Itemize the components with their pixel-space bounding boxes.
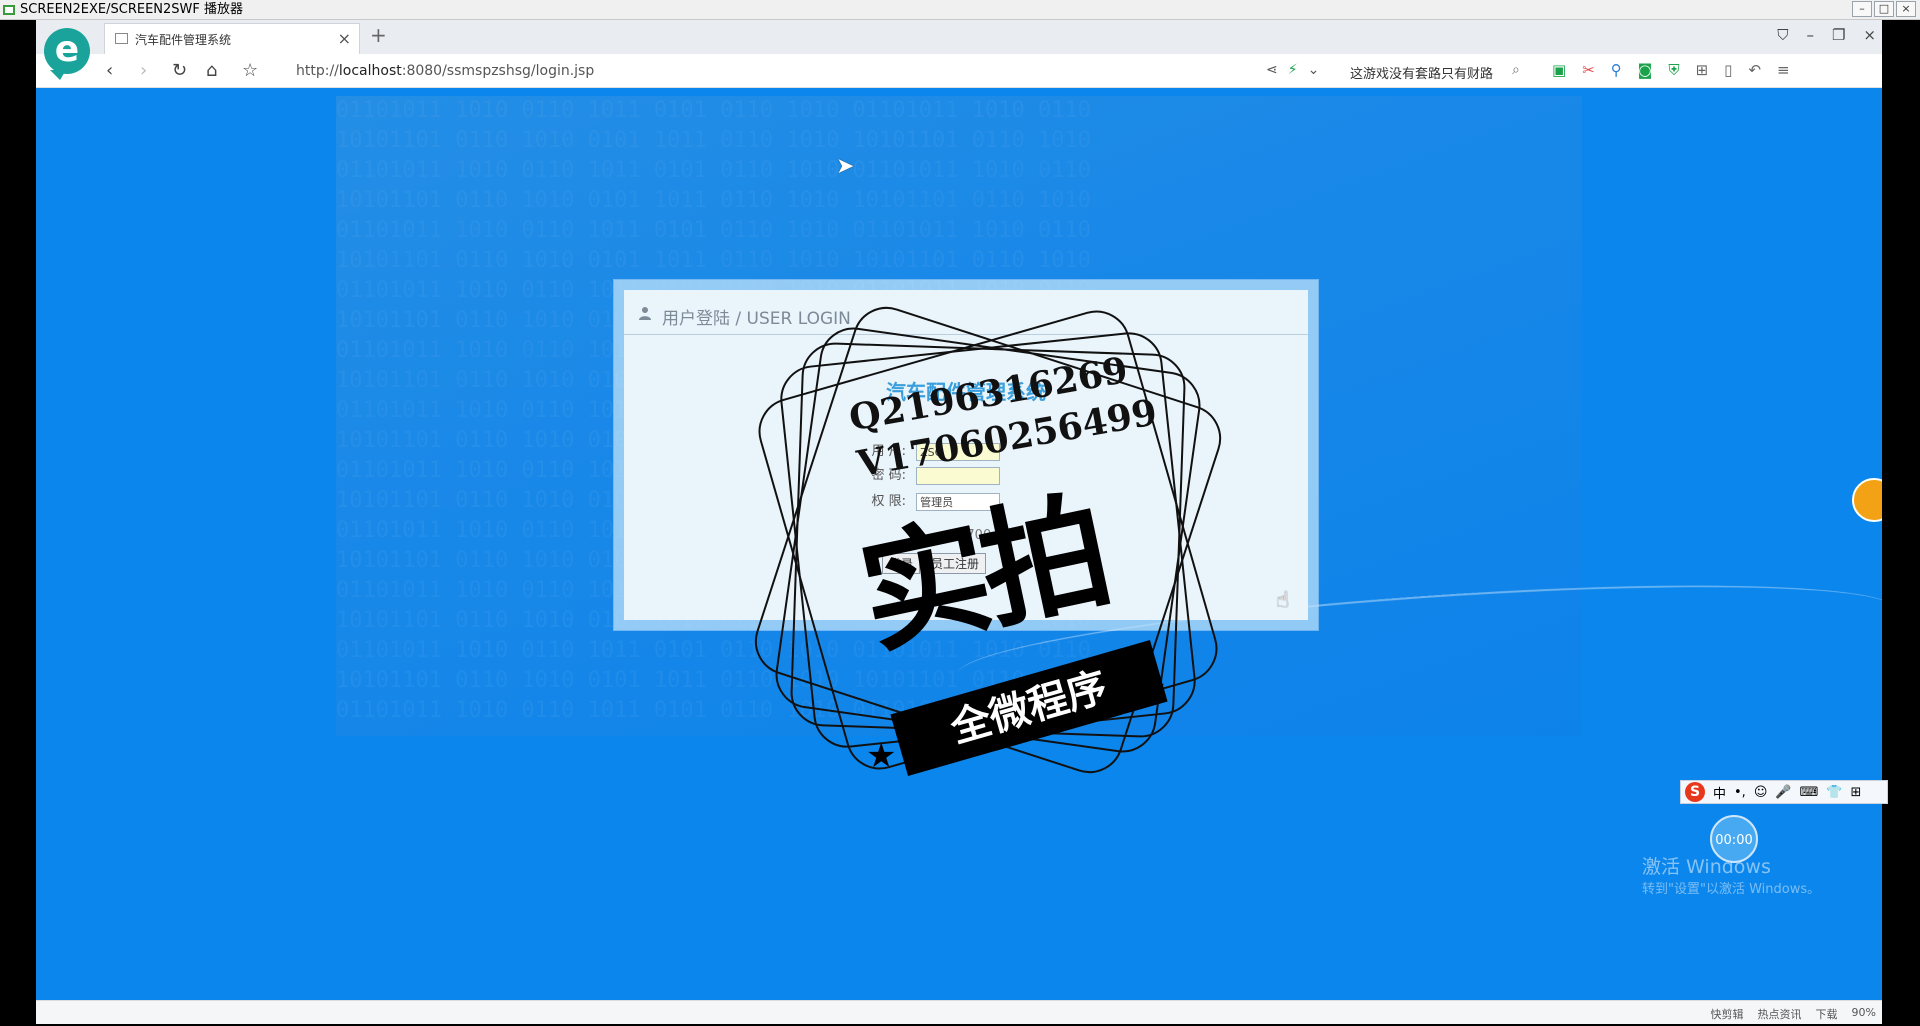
tab-auto-parts[interactable]: 汽车配件管理系统 × [104, 23, 360, 54]
floating-orange-widget[interactable] [1852, 478, 1882, 522]
share-icon[interactable]: ⋖ [1266, 62, 1278, 78]
tab-label: 汽车配件管理系统 [135, 33, 232, 47]
watermark-stamp: Q2196316269 V17060256499 实拍 全微程序 ★ ★ [716, 298, 1276, 808]
window-close-button[interactable]: × [1863, 26, 1876, 44]
window-minimize-button[interactable]: – [1806, 26, 1814, 44]
player-app-icon [3, 5, 15, 15]
shield-icon[interactable]: ⛨ [1668, 61, 1679, 79]
lightning-icon[interactable]: ⚡ [1288, 62, 1298, 78]
forward-arrow-icon[interactable]: › [140, 60, 147, 81]
grid-icon[interactable]: ⊞ [1851, 785, 1862, 800]
favorite-star-icon[interactable]: ☆ [242, 60, 258, 81]
status-item-hot-news[interactable]: 热点资讯 [1758, 1006, 1802, 1022]
player-close-button[interactable]: × [1896, 1, 1916, 17]
player-minimize-button[interactable]: – [1852, 1, 1872, 17]
address-bar: ‹ › ↻ ⌂ ☆ http://localhost:8080/ssmspzsh… [36, 54, 1882, 88]
menu-icon[interactable]: ≡ [1777, 61, 1790, 79]
player-title-bar: SCREEN2EXE/SCREEN2SWF 播放器 – □ × [0, 0, 1920, 20]
right-letterbox [1882, 20, 1920, 1026]
left-letterbox [0, 20, 36, 1026]
back-arrow-icon[interactable]: ‹ [106, 60, 113, 81]
recording-timer[interactable]: 00:00 [1710, 815, 1758, 863]
image-icon [115, 33, 128, 44]
emoji-icon[interactable]: ☺ [1754, 785, 1768, 800]
ime-toolbar: S 中 •, ☺ 🎤 ⌨ 👕 ⊞ [1680, 780, 1888, 804]
windows-activation-title: 激活 Windows [1642, 856, 1771, 878]
status-bar: 快剪辑 热点资讯 下载 90% [36, 1000, 1882, 1024]
tablet-icon[interactable]: ▯ [1724, 61, 1732, 79]
player-maximize-button[interactable]: □ [1874, 1, 1894, 17]
browser-logo-icon: e [44, 28, 90, 80]
player-title-text: SCREEN2EXE/SCREEN2SWF 播放器 [20, 2, 243, 17]
sogou-logo-icon: S [1685, 782, 1705, 802]
mouse-pointer-icon: ➤ [836, 154, 855, 179]
hand-pointer-icon: ☝ [1276, 588, 1290, 613]
translate-icon[interactable]: ▣ [1552, 61, 1566, 79]
url-input[interactable]: http://localhost:8080/ssmspzshsg/login.j… [296, 63, 594, 79]
scissors-icon[interactable]: ✂ [1582, 61, 1595, 79]
new-tab-button[interactable]: + [370, 23, 387, 47]
tab-bar: 汽车配件管理系统 × + ⛉ – ❐ × [36, 20, 1882, 54]
apps-grid-icon[interactable]: ⊞ [1696, 61, 1709, 79]
status-item-download[interactable]: 下载 [1816, 1006, 1838, 1022]
magnifier-icon[interactable]: ⚲ [1611, 61, 1622, 79]
ime-chinese-toggle[interactable]: 中 [1713, 783, 1726, 802]
home-icon[interactable]: ⌂ [206, 60, 217, 81]
windows-activation-hint: 转到"设置"以激活 Windows。 [1642, 882, 1821, 897]
tab-close-icon[interactable]: × [338, 29, 351, 48]
status-item-quick-edit[interactable]: 快剪辑 [1711, 1006, 1744, 1022]
user-icon [639, 307, 651, 320]
page-content: 01101011 1010 0110 1011 0101 0110 1010 0… [36, 88, 1882, 1000]
keyboard-icon[interactable]: ⌨ [1800, 785, 1819, 800]
skin-shirt-icon[interactable]: 👕 [1826, 785, 1842, 800]
punctuation-icon[interactable]: •, [1734, 785, 1746, 800]
browser-window: 汽车配件管理系统 × + ⛉ – ❐ × e ‹ › ↻ ⌂ ☆ http://… [36, 20, 1882, 1024]
refresh-icon[interactable]: ↻ [172, 60, 187, 81]
search-box[interactable]: 这游戏没有套路只有财路 [1350, 63, 1493, 82]
status-item-zoom[interactable]: 90% [1852, 1006, 1876, 1022]
gamepad-icon[interactable]: ◙ [1638, 61, 1653, 79]
window-restore-button[interactable]: ❐ [1832, 26, 1845, 44]
skin-icon[interactable]: ⛉ [1777, 26, 1788, 44]
star-icon: ★ [1136, 668, 1167, 708]
microphone-icon[interactable]: 🎤 [1775, 785, 1791, 800]
star-icon: ★ [866, 736, 897, 776]
undo-icon[interactable]: ↶ [1748, 61, 1761, 79]
search-icon[interactable]: ⌕ [1512, 62, 1520, 78]
chevron-down-icon[interactable]: ⌄ [1308, 62, 1320, 78]
